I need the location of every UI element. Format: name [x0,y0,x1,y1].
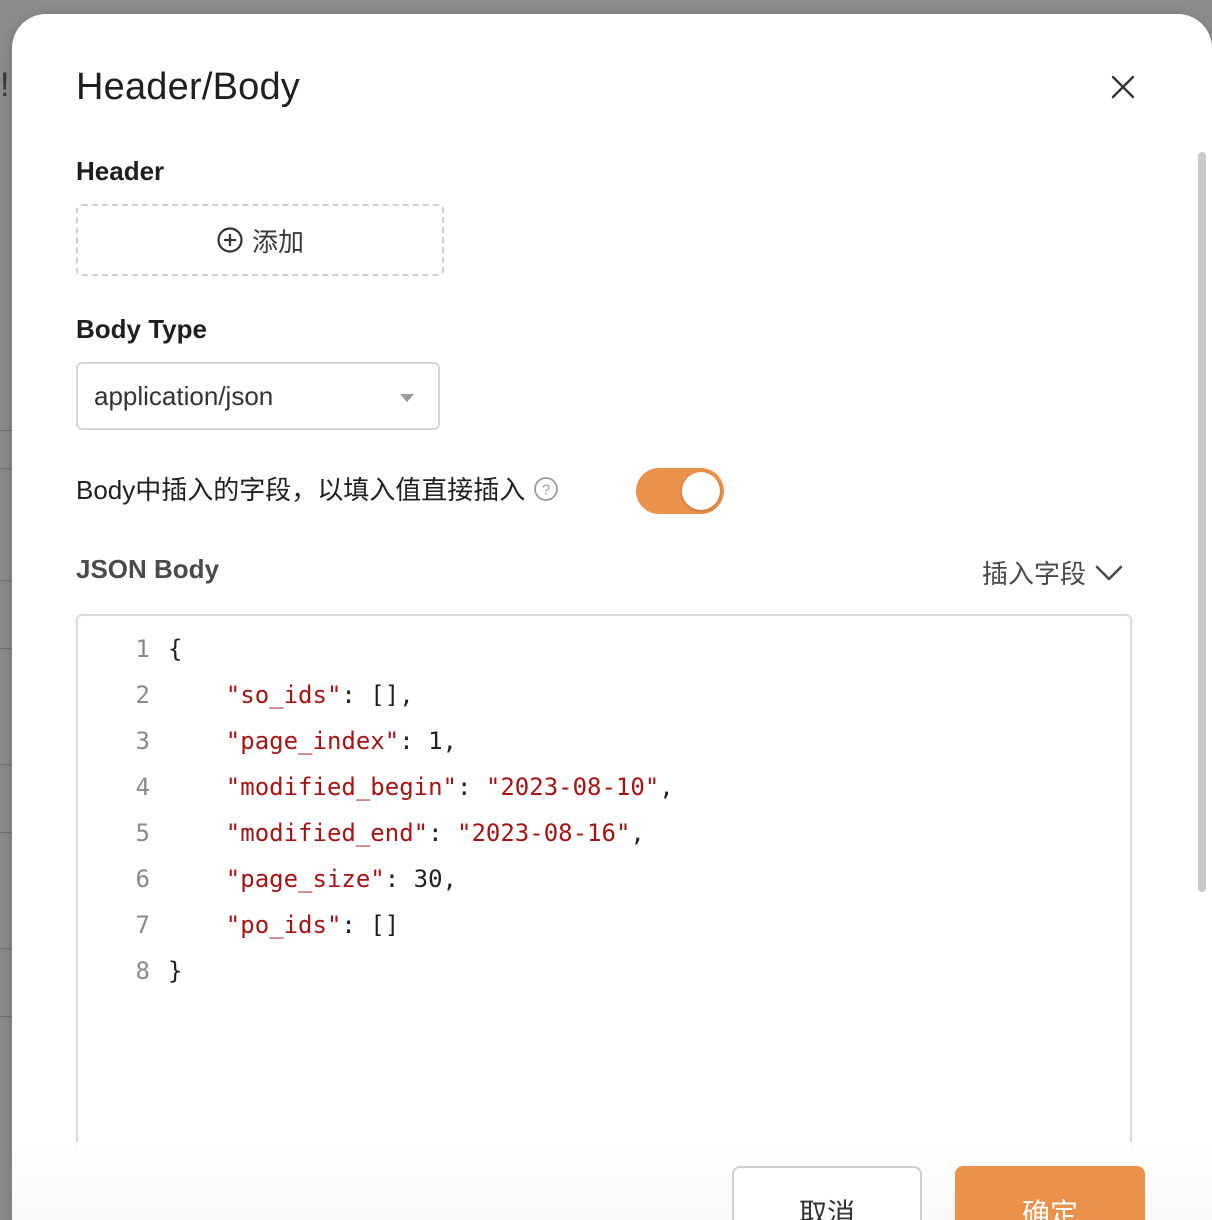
json-token: [] [370,911,400,939]
plus-circle-icon [216,226,244,254]
code-text: "page_index": 1, [168,727,457,755]
line-number: 5 [135,819,150,847]
line-number: 3 [135,727,150,755]
background-divider [0,1016,12,1017]
json-token: , [630,819,645,847]
json-separator: : [341,681,371,709]
toggle-knob [682,472,720,510]
background-divider [0,948,12,949]
line-number: 8 [135,957,150,985]
json-key: "so_ids" [225,681,342,709]
code-line: 1{ [78,626,183,672]
cancel-button[interactable]: 取消 [732,1166,922,1220]
line-number: 4 [135,773,150,801]
caret-down-icon [400,394,414,402]
background-divider [0,468,12,469]
json-separator: : [399,727,429,755]
confirm-button[interactable]: 确定 [955,1166,1145,1220]
code-text: "modified_end": "2023-08-16", [168,819,645,847]
modal-title: Header/Body [76,66,301,108]
add-header-label: 添加 [251,226,304,257]
code-line: 8} [78,948,183,994]
svg-text:?: ? [542,481,550,498]
json-string-value: "2023-08-16" [457,819,631,847]
modal-scrollbar[interactable] [1198,152,1206,892]
json-token: } [168,957,183,985]
json-token: , [659,773,674,801]
code-text: { [168,635,182,663]
json-token: { [168,635,183,663]
json-separator: : [384,865,414,893]
json-token: [], [370,681,414,709]
body-type-value: application/json [94,380,274,411]
chevron-down-icon [1094,563,1124,583]
json-key: "modified_end" [225,819,429,847]
code-line: 5 "modified_end": "2023-08-16", [78,810,645,856]
header-body-modal: Header/Body Header 添加 Body Type applicat… [12,14,1212,1220]
code-line: 6 "page_size": 30, [78,856,457,902]
json-string-value: "2023-08-10" [485,773,660,801]
insert-field-label: 插入字段 [982,559,1087,589]
line-number: 6 [135,865,150,893]
header-section-label: Header [76,156,165,186]
json-separator: : [341,911,371,939]
background-divider [0,764,12,765]
code-line: 4 "modified_begin": "2023-08-10", [78,764,674,810]
body-type-select[interactable]: application/json [76,362,440,430]
json-key: "page_size" [225,865,385,893]
background-divider [0,648,12,649]
line-number: 7 [135,911,150,939]
insert-mode-row: Body中插入的字段，以填入值直接插入 ? [76,470,559,507]
code-text: "modified_begin": "2023-08-10", [168,773,674,801]
line-number: 2 [135,681,150,709]
json-token: 1, [428,727,457,755]
json-key: "po_ids" [225,911,342,939]
insert-field-dropdown[interactable]: 插入字段 [982,554,1124,591]
code-line: 2 "so_ids": [], [78,672,414,718]
json-key: "modified_begin" [225,773,457,801]
background-divider [0,580,12,581]
close-icon [1111,75,1135,99]
code-line: 7 "po_ids": [] [78,902,400,948]
insert-mode-toggle[interactable] [636,468,724,514]
close-button[interactable] [1106,70,1140,104]
json-body-editor[interactable]: 1{2 "so_ids": [], 3 "page_index": 1, 4 "mo… [76,614,1132,1154]
code-line: 3 "page_index": 1, [78,718,457,764]
question-circle-icon[interactable]: ? [533,476,559,502]
background-divider [0,430,12,431]
background-fragment: ! [0,66,10,104]
code-text: "po_ids": [] [168,911,399,939]
code-text: "so_ids": [], [168,681,414,709]
body-type-label: Body Type [76,314,207,344]
json-body-label: JSON Body [76,554,220,584]
json-separator: : [428,819,457,847]
code-text: } [168,957,182,985]
insert-mode-label: Body中插入的字段，以填入值直接插入 [76,475,526,505]
add-header-button[interactable]: 添加 [76,204,444,276]
json-key: "page_index" [225,727,400,755]
code-text: "page_size": 30, [168,865,457,893]
line-number: 1 [135,635,150,663]
background-divider [0,832,12,833]
json-separator: : [456,773,486,801]
json-token: 30, [413,865,458,893]
